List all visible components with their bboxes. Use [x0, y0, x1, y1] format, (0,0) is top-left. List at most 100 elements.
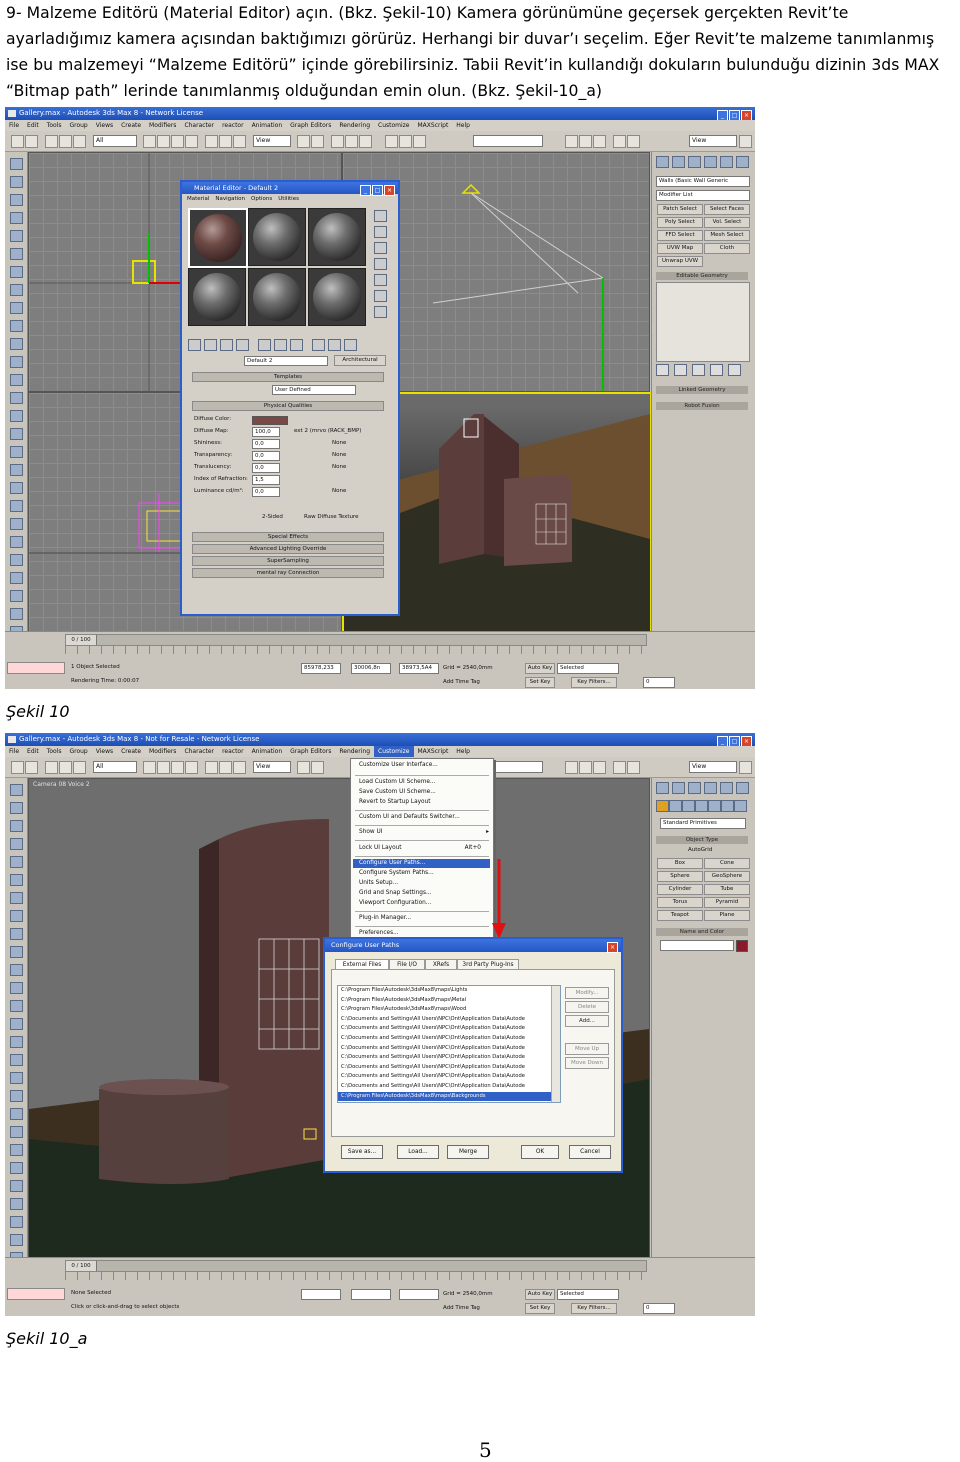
me-menu-utilities[interactable]: Utilities [275, 196, 302, 202]
name-and-color-header[interactable]: Name and Color [656, 928, 748, 936]
menu-item-preferences[interactable]: Preferences... [359, 930, 399, 936]
menu-rendering[interactable]: Rendering [335, 746, 374, 757]
template-dropdown[interactable]: User Defined [272, 385, 356, 395]
path-row[interactable]: C:\Program Files\Autodesk\3dsMax8\maps\L… [338, 986, 560, 996]
tool-icon-7[interactable] [10, 266, 23, 278]
object-color-swatch[interactable] [736, 940, 748, 952]
unlink-icon[interactable] [59, 761, 72, 774]
menu-character[interactable]: Character [180, 746, 218, 757]
menu-item-save-custom-ui[interactable]: Save Custom UI Scheme... [359, 789, 436, 795]
tool-icon-26[interactable] [10, 1234, 23, 1246]
path-row[interactable]: C:\Documents and Settings\All Users\NPC\… [338, 1034, 560, 1044]
dialog-close-button[interactable]: × [607, 942, 618, 953]
path-row[interactable]: C:\Documents and Settings\All Users\NPC\… [338, 1053, 560, 1063]
tool-icon-13[interactable] [10, 1000, 23, 1012]
ok-button[interactable]: OK [521, 1145, 559, 1159]
path-row[interactable]: C:\Documents and Settings\All Users\NPC\… [338, 1044, 560, 1054]
modify-path-button[interactable]: Modify... [565, 987, 609, 999]
menu-graph-editors[interactable]: Graph Editors [286, 746, 335, 757]
put-material-icon[interactable] [204, 339, 217, 351]
pin-stack-icon[interactable] [656, 364, 669, 376]
track-bar[interactable] [65, 1272, 645, 1280]
minimize-button[interactable]: _ [717, 110, 728, 120]
menu-group[interactable]: Group [65, 120, 91, 131]
menu-graph-editors[interactable]: Graph Editors [286, 120, 335, 131]
material-slot-3[interactable] [308, 208, 366, 266]
menu-views[interactable]: Views [92, 120, 117, 131]
path-row[interactable]: C:\Documents and Settings\All Users\NPC\… [338, 1015, 560, 1025]
select-move-icon[interactable] [205, 135, 218, 148]
motion-tab-icon[interactable] [704, 156, 717, 168]
save-as-button[interactable]: Save as... [341, 1145, 383, 1159]
rollout-advanced-lighting-override[interactable]: Advanced Lighting Override [192, 544, 384, 554]
patch-select-button[interactable]: Patch Select [657, 204, 703, 215]
material-slot-5[interactable] [248, 268, 306, 326]
tool-icon-25[interactable] [10, 1216, 23, 1228]
menu-modifiers[interactable]: Modifiers [145, 746, 180, 757]
unlink-icon[interactable] [59, 135, 72, 148]
time-slider[interactable]: 0 / 100 [65, 634, 647, 646]
unwrap-uvw-button[interactable]: Unwrap UVW [657, 256, 703, 267]
coord-y-field[interactable] [351, 1289, 391, 1300]
move-up-button[interactable]: Move Up [565, 1043, 609, 1055]
options-icon[interactable] [374, 306, 387, 318]
menu-reactor[interactable]: reactor [218, 746, 248, 757]
menu-item-configure-user-paths[interactable]: Configure User Paths... [359, 860, 425, 866]
rollout-mental-ray-connection[interactable]: mental ray Connection [192, 568, 384, 578]
me-maximize-button[interactable]: □ [372, 185, 383, 196]
make-preview-icon[interactable] [374, 290, 387, 302]
menu-views[interactable]: Views [92, 746, 117, 757]
path-row[interactable]: C:\Program Files\Autodesk\3dsMax8\maps\M… [338, 996, 560, 1006]
geometry-icon[interactable] [656, 800, 669, 812]
param-value-transparency[interactable]: 0,0 [252, 451, 280, 461]
tool-icon-11[interactable] [10, 964, 23, 976]
go-to-parent-icon[interactable] [344, 339, 357, 351]
tool-icon-22[interactable] [10, 1162, 23, 1174]
menu-customize[interactable]: Customize [374, 120, 414, 131]
tool-icon-3[interactable] [10, 820, 23, 832]
backlight-icon[interactable] [374, 226, 387, 238]
cylinder-button[interactable]: Cylinder [657, 884, 703, 895]
menu-edit[interactable]: Edit [23, 746, 43, 757]
make-unique-icon[interactable] [258, 339, 271, 351]
param-map-diffuse[interactable]: ext 2 (mrvo (RACK_BMP) [294, 427, 361, 436]
tool-icon-20[interactable] [10, 1126, 23, 1138]
tool-icon-13[interactable] [10, 374, 23, 386]
video-color-check-icon[interactable] [374, 274, 387, 286]
create-tab-icon[interactable] [656, 782, 669, 794]
display-tab-icon[interactable] [720, 782, 733, 794]
rollout-linked-geometry[interactable]: Linked Geometry [656, 386, 748, 394]
modify-tab-icon[interactable] [672, 156, 685, 168]
hierarchy-tab-icon[interactable] [688, 156, 701, 168]
render-type-dropdown[interactable]: View [689, 135, 737, 147]
configure-modifier-sets-icon[interactable] [728, 364, 741, 376]
tool-icon-5[interactable] [10, 230, 23, 242]
param-map-translucency[interactable]: None [332, 463, 346, 472]
render-last-icon[interactable] [739, 135, 752, 148]
tool-icon-19[interactable] [10, 1108, 23, 1120]
schematic-view-icon[interactable] [579, 135, 592, 148]
me-menu-material[interactable]: Material [184, 196, 212, 202]
time-slider-thumb[interactable]: 0 / 100 [66, 635, 97, 645]
plane-button[interactable]: Plane [704, 910, 750, 921]
curve-editor-icon[interactable] [565, 761, 578, 774]
material-slot-2[interactable] [248, 208, 306, 266]
systems-icon[interactable] [734, 800, 747, 812]
menu-modifiers[interactable]: Modifiers [145, 120, 180, 131]
render-scene-icon[interactable] [613, 761, 626, 774]
reference-coordinate-dropdown[interactable]: View [253, 761, 291, 773]
load-button[interactable]: Load... [397, 1145, 439, 1159]
tool-icon-3[interactable] [10, 194, 23, 206]
manipulate-icon[interactable] [311, 761, 324, 774]
path-row[interactable]: C:\Documents and Settings\All Users\NPC\… [338, 1072, 560, 1082]
percent-snap-icon[interactable] [359, 135, 372, 148]
track-bar[interactable] [65, 646, 645, 654]
tube-button[interactable]: Tube [704, 884, 750, 895]
add-path-button[interactable]: Add... [565, 1015, 609, 1027]
helpers-icon[interactable] [708, 800, 721, 812]
angle-snap-icon[interactable] [345, 135, 358, 148]
pyramid-button[interactable]: Pyramid [704, 897, 750, 908]
remove-modifier-icon[interactable] [710, 364, 723, 376]
auto-key-button[interactable]: Auto Key [525, 663, 555, 674]
menu-item-ui-defaults-switcher[interactable]: Custom UI and Defaults Switcher... [359, 814, 460, 820]
